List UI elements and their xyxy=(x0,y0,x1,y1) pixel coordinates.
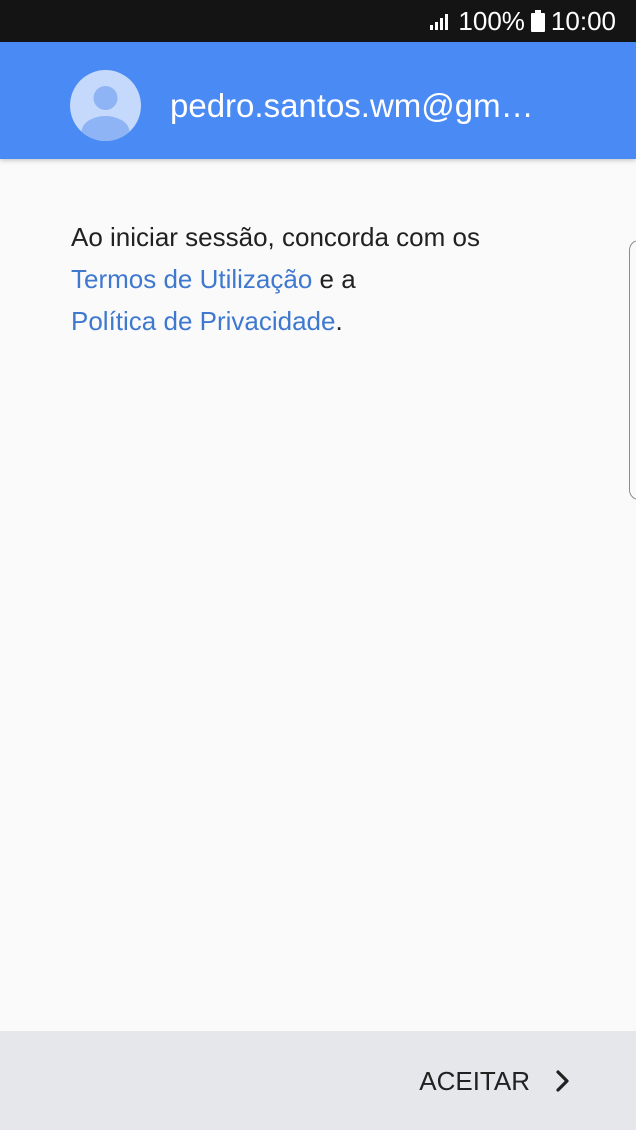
status-bar: 100% 10:00 xyxy=(0,0,636,42)
person-avatar-icon xyxy=(70,70,141,141)
account-email: pedro.santos.wm@gm… xyxy=(170,87,534,124)
edge-panel-handle[interactable] xyxy=(629,240,636,500)
battery-percent: 100% xyxy=(458,5,525,36)
status-indicators: 100% 10:00 xyxy=(430,0,616,42)
notice-period: . xyxy=(335,306,343,336)
signal-bars-icon xyxy=(430,12,452,30)
terms-of-use-link[interactable]: Termos de Utilização xyxy=(71,264,312,294)
chevron-right-icon xyxy=(556,1070,570,1092)
clock-time: 10:00 xyxy=(550,5,616,36)
accept-button[interactable]: ACEITAR xyxy=(419,1061,570,1101)
notice-text: Ao iniciar sessão, concorda com os xyxy=(71,222,480,252)
battery-full-icon xyxy=(530,10,545,32)
notice-connector: e a xyxy=(312,264,356,294)
bottom-action-bar: ACEITAR xyxy=(0,1031,636,1130)
account-header: pedro.santos.wm@gm… xyxy=(0,42,636,159)
accept-label: ACEITAR xyxy=(419,1065,530,1096)
terms-notice: Ao iniciar sessão, concorda com os Termo… xyxy=(71,216,591,342)
privacy-policy-link[interactable]: Política de Privacidade xyxy=(71,306,335,336)
